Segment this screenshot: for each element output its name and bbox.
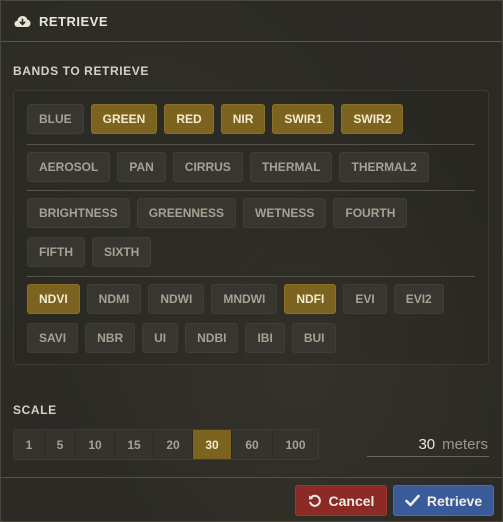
- retrieve-label: Retrieve: [426, 492, 483, 509]
- band-chip-red[interactable]: RED: [164, 104, 214, 134]
- scale-option-20[interactable]: 20: [154, 430, 193, 459]
- band-chip-evi[interactable]: EVI: [343, 284, 387, 314]
- band-chip-nbr[interactable]: NBR: [85, 323, 136, 353]
- band-chip-ndbi[interactable]: NDBI: [185, 323, 239, 353]
- band-chip-blue[interactable]: BLUE: [27, 104, 84, 134]
- bands-panel: BLUE GREEN RED NIR SWIR1 SWIR2 AEROSOL PAN CIRR…: [13, 90, 489, 365]
- band-chip-bui[interactable]: BUI: [291, 323, 337, 353]
- band-chip-thermal2[interactable]: THERMAL2: [339, 152, 429, 182]
- band-group-divider: [27, 276, 475, 277]
- band-chip-ibi[interactable]: IBI: [245, 323, 285, 353]
- band-chip-ndwi[interactable]: NDWI: [148, 284, 205, 314]
- undo-icon: [308, 494, 321, 507]
- band-chip-brightness[interactable]: BRIGHTNESS: [27, 198, 130, 228]
- band-chip-sixth[interactable]: SIXTH: [92, 237, 152, 267]
- scale-option-15[interactable]: 15: [115, 430, 154, 459]
- band-chip-savi[interactable]: SAVI: [27, 323, 79, 353]
- scale-label: SCALE: [13, 403, 57, 417]
- band-group-indexes: NDVI NDMI NDWI MNDWI NDFI EVI EVI2 SAVI NBR UI NDB…: [27, 284, 476, 362]
- band-chip-nir[interactable]: NIR: [220, 104, 266, 134]
- cancel-button[interactable]: Cancel: [295, 485, 387, 516]
- band-chip-swir2[interactable]: SWIR2: [341, 104, 404, 134]
- scale-field[interactable]: 30 meters: [367, 432, 489, 457]
- band-chip-fifth[interactable]: FIFTH: [27, 237, 85, 267]
- band-chip-green[interactable]: GREEN: [90, 104, 158, 134]
- band-chip-mndwi[interactable]: MNDWI: [211, 284, 278, 314]
- scale-option-100[interactable]: 100: [273, 430, 318, 459]
- scale-option-30[interactable]: 30: [193, 430, 232, 459]
- scale-unit: meters: [442, 435, 488, 453]
- band-chip-aerosol[interactable]: AEROSOL: [27, 152, 111, 182]
- band-group-spectral: BLUE GREEN RED NIR SWIR1 SWIR2: [27, 104, 476, 143]
- scale-option-10[interactable]: 10: [76, 430, 115, 459]
- retrieve-button[interactable]: Retrieve: [393, 485, 494, 516]
- retrieve-dialog: RETRIEVE BANDS TO RETRIEVE BLUE GREEN RED N…: [0, 0, 503, 522]
- cloud-download-icon: [14, 15, 31, 28]
- band-chip-evi2[interactable]: EVI2: [393, 284, 444, 314]
- check-icon: [405, 494, 420, 507]
- band-chip-wetness[interactable]: WETNESS: [243, 198, 327, 228]
- band-group-divider: [27, 144, 475, 145]
- scale-selector: 1 5 10 15 20 30 60 100: [13, 429, 319, 460]
- band-group-other: AEROSOL PAN CIRRUS THERMAL THERMAL2: [27, 152, 476, 191]
- scale-value[interactable]: 30: [418, 436, 435, 453]
- scale-option-60[interactable]: 60: [232, 430, 273, 459]
- band-chip-ndvi[interactable]: NDVI: [27, 284, 80, 314]
- bands-label: BANDS TO RETRIEVE: [13, 64, 149, 78]
- band-chip-pan[interactable]: PAN: [117, 152, 166, 182]
- band-chip-ui[interactable]: UI: [142, 323, 179, 353]
- dialog-title: RETRIEVE: [39, 13, 109, 29]
- scale-option-1[interactable]: 1: [14, 430, 45, 459]
- band-group-tasseled-cap: BRIGHTNESS GREENNESS WETNESS FOURTH FIFTH SIX…: [27, 198, 476, 276]
- dialog-header: RETRIEVE: [1, 1, 502, 42]
- band-chip-fourth[interactable]: FOURTH: [333, 198, 408, 228]
- scale-option-5[interactable]: 5: [45, 430, 76, 459]
- cancel-label: Cancel: [328, 492, 375, 509]
- band-chip-swir1[interactable]: SWIR1: [272, 104, 335, 134]
- footer-divider: [1, 477, 502, 478]
- band-group-divider: [27, 190, 475, 191]
- band-chip-ndmi[interactable]: NDMI: [86, 284, 142, 314]
- band-chip-thermal[interactable]: THERMAL: [249, 152, 333, 182]
- band-chip-greenness[interactable]: GREENNESS: [136, 198, 237, 228]
- band-chip-ndfi[interactable]: NDFI: [284, 284, 337, 314]
- band-chip-cirrus[interactable]: CIRRUS: [172, 152, 243, 182]
